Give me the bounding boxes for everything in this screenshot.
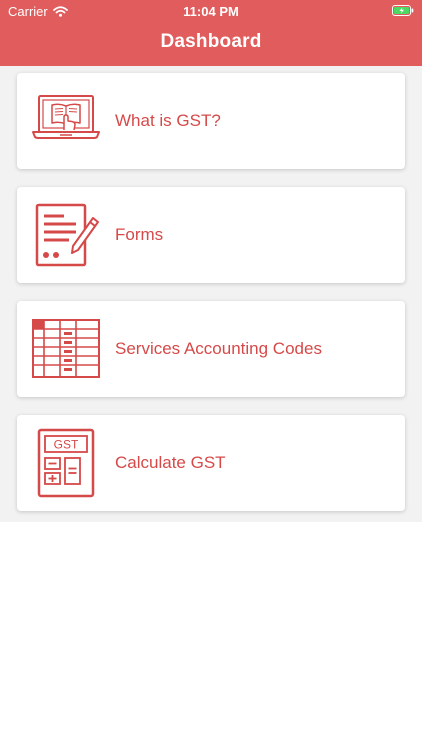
menu-card-services-accounting-codes[interactable]: Services Accounting Codes [17,301,405,397]
menu-card-calculate-gst[interactable]: GST Calculate GST [17,415,405,511]
menu-card-label: Calculate GST [115,453,226,472]
calculator-display-text: GST [54,438,79,452]
app-header: Carrier 11:04 PM Dashboard [0,0,422,66]
table-grid-icon [32,319,100,378]
menu-card-label: Forms [115,225,164,244]
menu-card-forms[interactable]: Forms [17,187,405,283]
status-time: 11:04 PM [183,4,239,19]
calculator-icon: GST [37,428,95,498]
laptop-book-icon [32,95,100,139]
dashboard-content: What is GST? Forms Services Accounting C… [0,66,422,522]
form-pen-icon [35,203,99,267]
menu-card-label: Services Accounting Codes [115,339,322,358]
battery-charging-icon [392,5,414,16]
status-bar: Carrier 11:04 PM [0,0,422,22]
menu-card-label: What is GST? [115,111,221,130]
page-title: Dashboard [160,31,262,52]
menu-card-what-is-gst[interactable]: What is GST? [17,73,405,169]
